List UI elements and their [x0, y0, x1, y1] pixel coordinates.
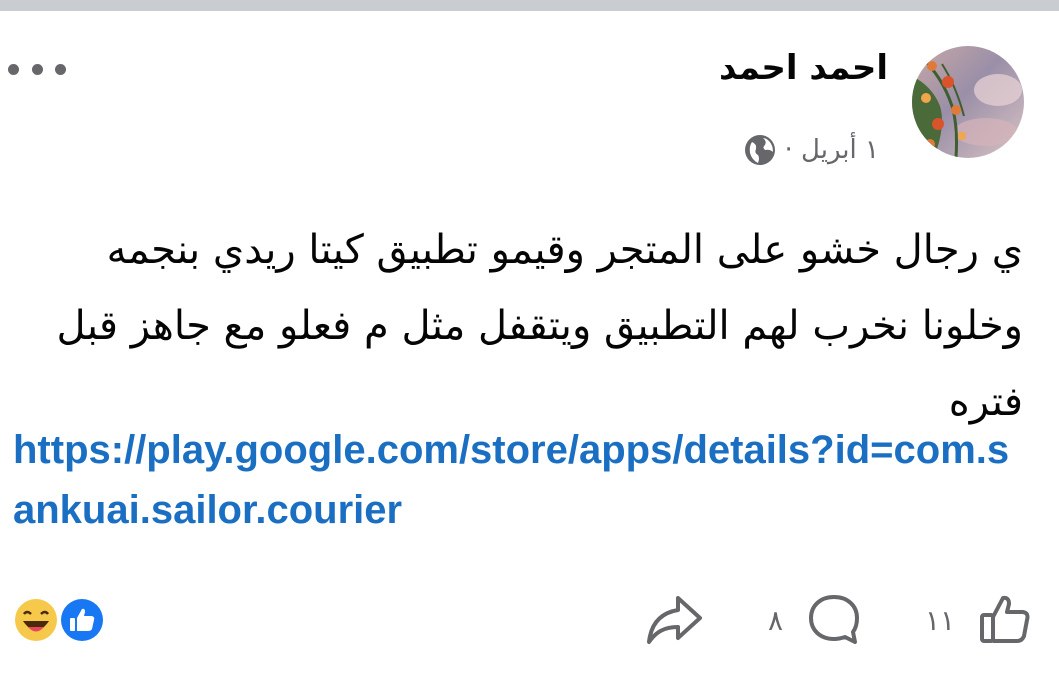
avatar[interactable] — [912, 46, 1024, 158]
like-count: ١١ — [925, 603, 956, 637]
more-options-button[interactable] — [8, 58, 66, 80]
like-icon — [59, 597, 105, 643]
post-link[interactable]: https://play.google.com/store/apps/detai… — [13, 420, 1013, 540]
like-button[interactable]: ١١ — [925, 590, 1033, 650]
haha-emoji — [15, 599, 57, 641]
comment-count: ٨ — [768, 603, 784, 637]
post-text: ي رجال خشو على المتجر وقيمو تطبيق كيتا ر… — [56, 227, 1023, 425]
comment-button[interactable]: ٨ — [768, 590, 863, 650]
globe-icon[interactable] — [743, 133, 777, 167]
share-button[interactable] — [644, 590, 704, 650]
thumbs-up-icon — [977, 592, 1033, 648]
author-name[interactable]: احمد احمد — [719, 48, 888, 88]
comment-icon — [805, 591, 863, 649]
more-options-icon — [8, 63, 19, 75]
post-meta: ١ أبريل · — [743, 132, 880, 168]
reactions-summary[interactable] — [14, 596, 106, 644]
post-date[interactable]: ١ أبريل · — [785, 135, 880, 165]
top-divider — [0, 0, 1059, 11]
share-icon — [644, 592, 704, 648]
